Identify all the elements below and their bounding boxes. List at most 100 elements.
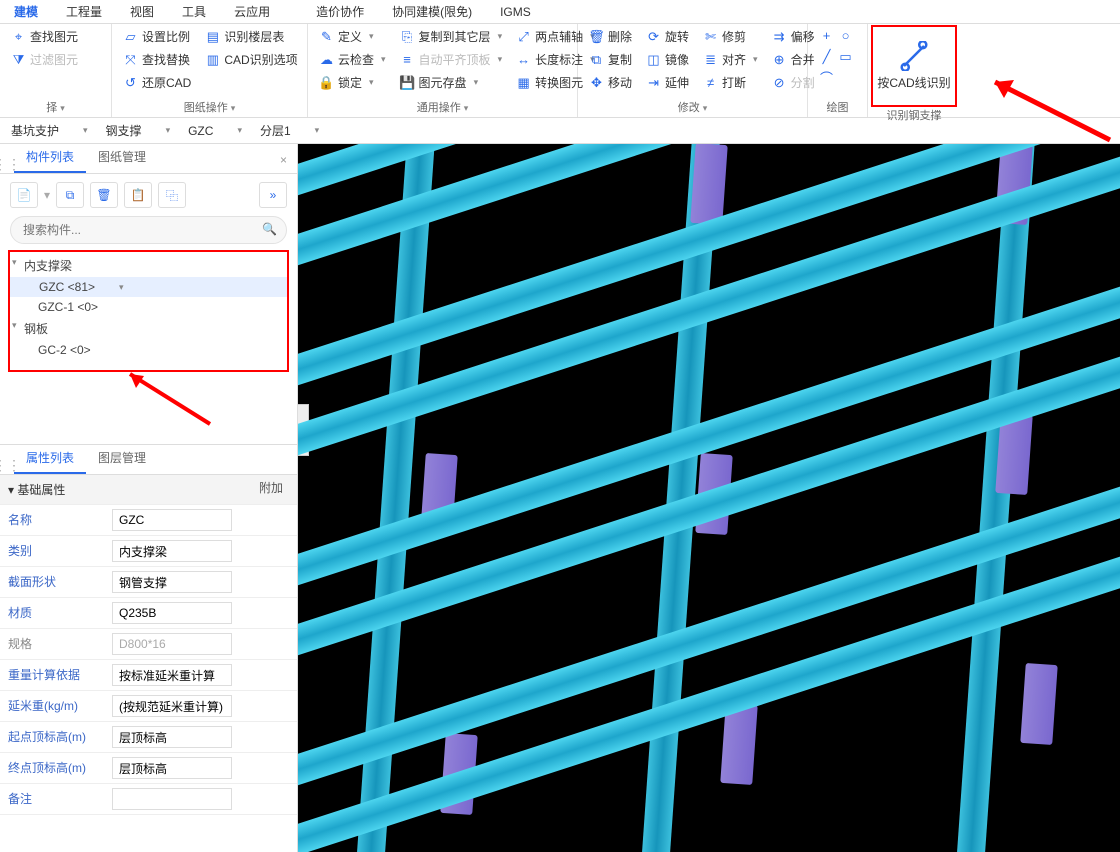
prop-row-type: 类别 — [0, 536, 297, 567]
mirror-button[interactable]: ◫镜像 — [641, 49, 694, 70]
prop-row-material: 材质 — [0, 598, 297, 629]
selector-component[interactable]: GZC — [181, 121, 249, 141]
group-select-label[interactable]: 择 — [4, 98, 107, 117]
copy-comp-button[interactable]: ⧉ — [56, 182, 84, 208]
tree-cat-plate[interactable]: 钢板 — [10, 317, 287, 340]
tree-item-gzc[interactable]: GZC <81> — [10, 277, 287, 297]
set-scale-button[interactable]: ▱设置比例 — [118, 26, 196, 47]
menu-item-collab[interactable]: 协同建模(限免) — [382, 0, 482, 23]
extend-button[interactable]: ⇥延伸 — [641, 72, 694, 93]
prop-name-input[interactable] — [112, 509, 232, 531]
paste-button[interactable]: 📋 — [124, 182, 152, 208]
menu-item-model[interactable]: 建模 — [4, 0, 48, 23]
plus-icon: + — [819, 28, 834, 43]
mirror-icon: ◫ — [646, 52, 661, 67]
tree-cat-brace[interactable]: 内支撑梁 — [10, 254, 287, 277]
menu-item-cost[interactable]: 造价协作 — [306, 0, 374, 23]
menu-bar: 建模 工程量 视图 工具 云应用 造价协作 协同建模(限免) IGMS — [0, 0, 1120, 24]
search-icon: 🔍 — [262, 222, 277, 236]
cad-options-button[interactable]: ▥CAD识别选项 — [200, 49, 302, 70]
trim-icon: ✄ — [703, 29, 718, 44]
delete-comp-button[interactable]: 🗑 — [90, 182, 118, 208]
prop-end-input[interactable] — [112, 757, 232, 779]
tree-item-gzc1[interactable]: GZC-1 <0> — [10, 297, 287, 317]
prop-note-input[interactable] — [112, 788, 232, 810]
prop-header[interactable]: ▾ 基础属性 附加 — [0, 475, 297, 505]
trash-icon: 🗑 — [589, 29, 604, 44]
tab-drawing-manage[interactable]: 图纸管理 — [86, 142, 158, 173]
draw-point-button[interactable]: +○ — [814, 26, 858, 45]
menu-item-igms[interactable]: IGMS — [490, 2, 541, 22]
prop-linew-input[interactable] — [112, 695, 232, 717]
draw-line-button[interactable]: ╱▭ — [814, 47, 858, 66]
align-button[interactable]: ≣对齐 — [698, 49, 763, 70]
sidebar-tabs: ⋮⋮ 构件列表 图纸管理 × — [0, 144, 297, 174]
new-button[interactable]: 📄 — [10, 182, 38, 208]
convert-icon: ▦ — [516, 75, 531, 90]
prop-material-input[interactable] — [112, 602, 232, 624]
extend-icon: ⇥ — [646, 75, 661, 90]
prop-row-start: 起点顶标高(m) — [0, 722, 297, 753]
group-drawing-label[interactable]: 图纸操作 — [116, 98, 303, 117]
selector-layer[interactable]: 分层1 — [253, 121, 326, 141]
find-replace-button[interactable]: ⤧查找替换 — [118, 49, 196, 70]
define-button[interactable]: ✎定义 — [314, 26, 391, 47]
level-icon: ≡ — [400, 52, 415, 67]
delete-button[interactable]: 🗑删除 — [584, 26, 637, 47]
rotate-icon: ⟳ — [646, 29, 661, 44]
interlayer-button[interactable]: ⿻ — [158, 182, 186, 208]
prop-type-input[interactable] — [112, 540, 232, 562]
filter-element-button[interactable]: ⧩过滤图元 — [6, 49, 83, 70]
close-panel-button[interactable]: × — [270, 149, 297, 173]
floor-table-button[interactable]: ▤识别楼层表 — [200, 26, 302, 47]
lock-icon: 🔒 — [319, 75, 334, 90]
grip-icon-2[interactable]: ⋮⋮ — [0, 457, 14, 474]
auto-floor-button[interactable]: ≡自动平齐顶板 — [395, 49, 508, 70]
lock-button[interactable]: 🔒锁定 — [314, 72, 391, 93]
tab-properties[interactable]: 属性列表 — [14, 443, 86, 474]
menu-item-tools[interactable]: 工具 — [172, 0, 216, 23]
selector-type[interactable]: 钢支撑 — [99, 121, 178, 141]
break-icon: ≠ — [703, 75, 718, 90]
tab-layers[interactable]: 图层管理 — [86, 443, 158, 474]
store-button[interactable]: 💾图元存盘 — [395, 72, 508, 93]
prop-start-input[interactable] — [112, 726, 232, 748]
grip-icon[interactable]: ⋮⋮ — [0, 156, 14, 173]
merge-icon: ⊕ — [772, 52, 787, 67]
prop-row-weight: 重量计算依据 — [0, 660, 297, 691]
cloud-check-button[interactable]: ☁云检查 — [314, 49, 391, 70]
viewport-3d[interactable]: ◂ — [298, 144, 1120, 852]
selector-category[interactable]: 基坑支护 — [4, 121, 95, 141]
find-element-button[interactable]: ⌖查找图元 — [6, 26, 83, 47]
tree-item-gc2[interactable]: GC-2 <0> — [10, 340, 287, 360]
break-button[interactable]: ≠打断 — [698, 72, 763, 93]
prop-weight-input[interactable] — [112, 664, 232, 686]
move-button[interactable]: ✥移动 — [584, 72, 637, 93]
search-input[interactable] — [10, 216, 287, 244]
recognize-cad-line-button[interactable]: 按CAD线识别 — [872, 26, 956, 106]
rotate-button[interactable]: ⟳旋转 — [641, 26, 694, 47]
circle-icon: ○ — [838, 28, 853, 43]
menu-item-qty[interactable]: 工程量 — [56, 0, 112, 23]
group-modify-label[interactable]: 修改 — [582, 98, 803, 117]
copy-layer-button[interactable]: ⎘复制到其它层 — [395, 26, 508, 47]
tab-component-list[interactable]: 构件列表 — [14, 142, 86, 173]
split-icon: ⊘ — [772, 75, 787, 90]
restore-cad-button[interactable]: ↺还原CAD — [118, 72, 196, 93]
menu-item-cloud[interactable]: 云应用 — [224, 0, 280, 23]
more-button[interactable]: » — [259, 182, 287, 208]
prop-spec-input[interactable] — [112, 633, 232, 655]
rect-icon: ▭ — [838, 49, 853, 64]
menu-item-view[interactable]: 视图 — [120, 0, 164, 23]
draw-arc-button[interactable]: ⌒ — [814, 68, 858, 87]
group-common-label[interactable]: 通用操作 — [312, 98, 573, 117]
prop-row-spec: 规格 — [0, 629, 297, 660]
prop-section-input[interactable] — [112, 571, 232, 593]
property-list: ▾ 基础属性 附加 名称 类别 截面形状 材质 规格 重量计算依据 延米重(kg… — [0, 475, 297, 815]
copy-button[interactable]: ⧉复制 — [584, 49, 637, 70]
trim-button[interactable]: ✄修剪 — [698, 26, 763, 47]
cloud-icon: ☁ — [319, 52, 334, 67]
prop-row-end: 终点顶标高(m) — [0, 753, 297, 784]
annotation-arrow-tree — [120, 364, 220, 434]
group-draw-label: 绘图 — [812, 98, 863, 117]
